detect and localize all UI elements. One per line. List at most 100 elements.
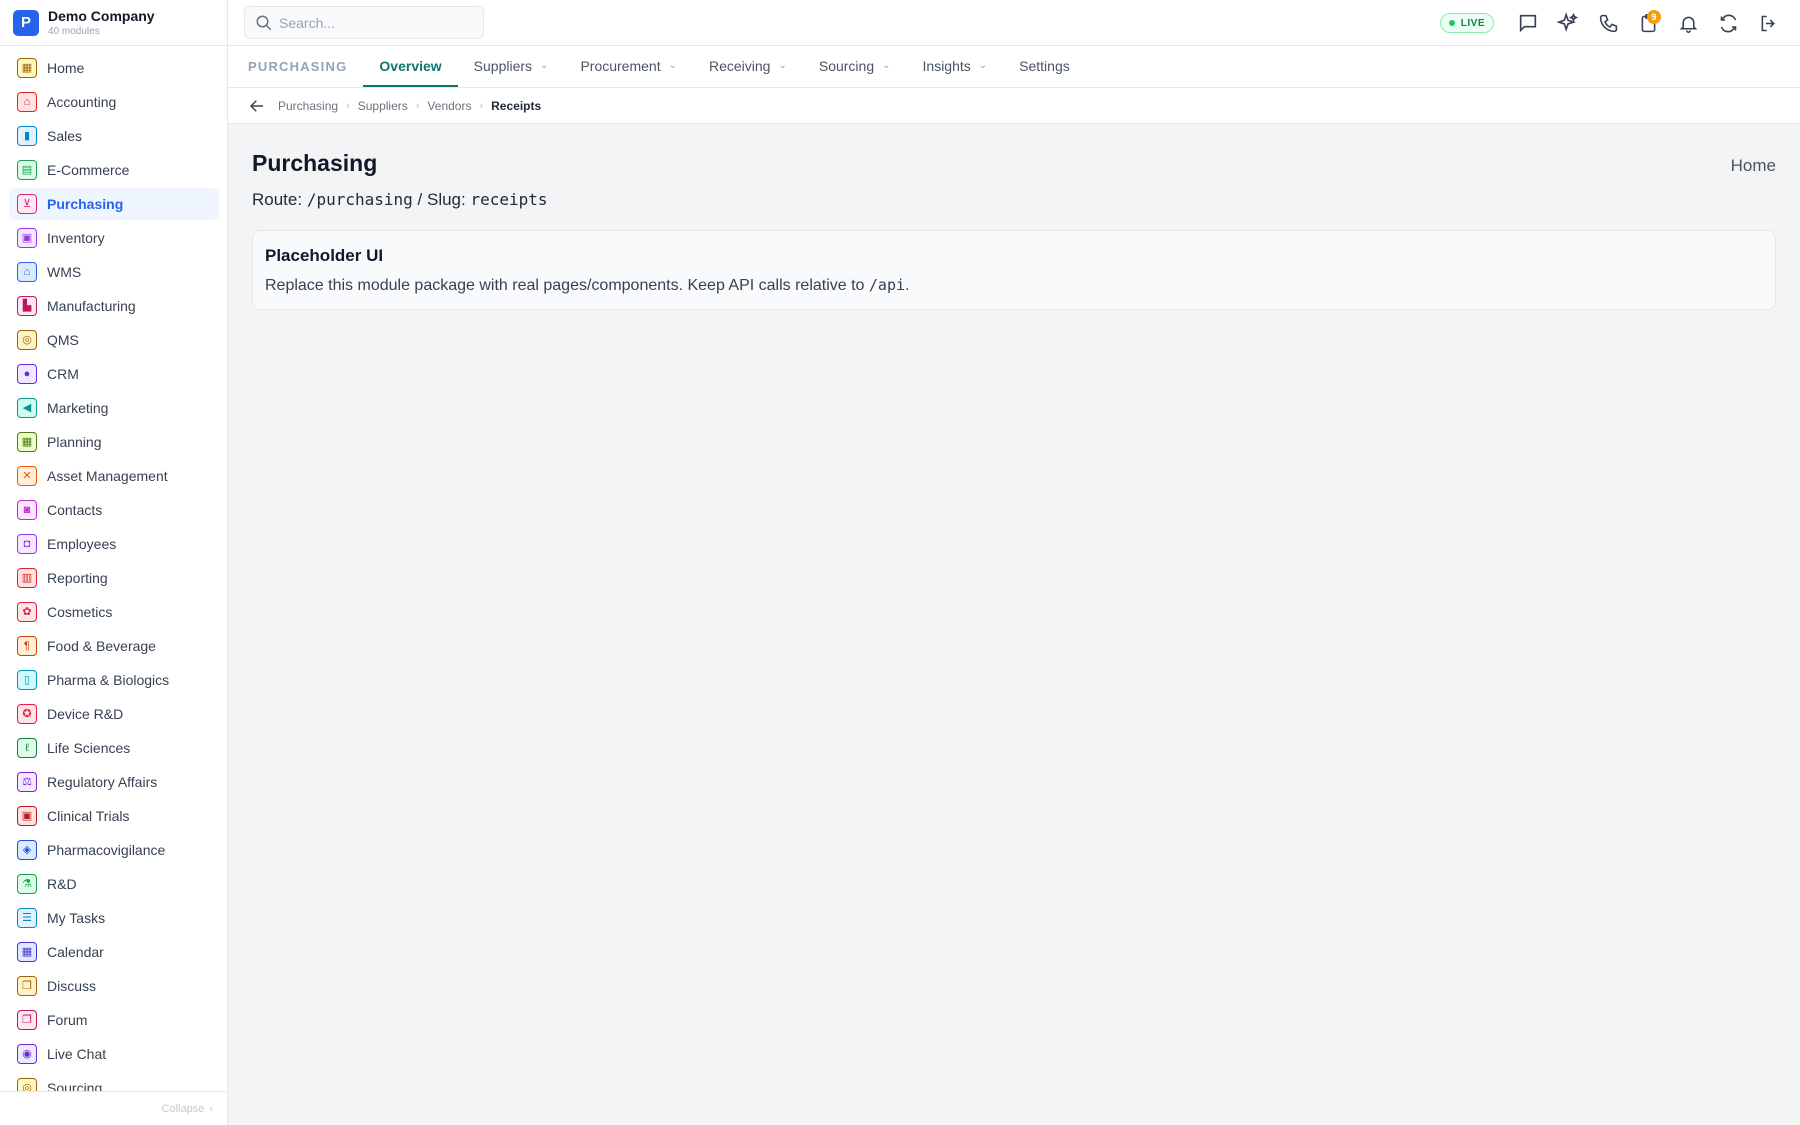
purchasing-icon: ⊻ — [17, 194, 37, 214]
discuss-icon: ❐ — [17, 976, 37, 996]
planning-icon: ▦ — [17, 432, 37, 452]
sidebar-item-manufacturing[interactable]: ▙ Manufacturing — [9, 290, 219, 322]
route-value: /purchasing — [306, 190, 413, 209]
sidebar-item-asset-management[interactable]: ✕ Asset Management — [9, 460, 219, 492]
sidebar-item-wms[interactable]: ⌂ WMS — [9, 256, 219, 288]
logout-button[interactable] — [1748, 3, 1788, 43]
sidebar-item-reporting[interactable]: ▥ Reporting — [9, 562, 219, 594]
sidebar-item-contacts[interactable]: ◙ Contacts — [9, 494, 219, 526]
sidebar-item-pharmacovigilance[interactable]: ◈ Pharmacovigilance — [9, 834, 219, 866]
sidebar-item-life-sciences[interactable]: ℓ Life Sciences — [9, 732, 219, 764]
manufacturing-icon: ▙ — [17, 296, 37, 316]
sidebar-item-home[interactable]: ▦ Home — [9, 52, 219, 84]
sidebar-item-crm[interactable]: ● CRM — [9, 358, 219, 390]
collapse-button[interactable]: Collapse ‹ — [0, 1091, 227, 1125]
breadcrumb-item[interactable]: Suppliers — [358, 99, 408, 113]
food-beverage-icon: ¶ — [17, 636, 37, 656]
live-chat-icon: ◉ — [17, 1044, 37, 1064]
sidebar-item-label: Regulatory Affairs — [47, 774, 158, 790]
sidebar-item-label: Home — [47, 60, 85, 76]
home-link[interactable]: Home — [1731, 156, 1776, 176]
breadcrumb-separator-icon: › — [415, 99, 420, 112]
phone-button[interactable] — [1588, 3, 1628, 43]
sidebar-item-e-commerce[interactable]: ▤ E-Commerce — [9, 154, 219, 186]
qms-icon: ◎ — [17, 330, 37, 350]
brand-header[interactable]: P Demo Company 40 modules — [0, 0, 227, 46]
ai-assistant-button[interactable] — [1548, 3, 1588, 43]
sidebar-item-accounting[interactable]: ⌂ Accounting — [9, 86, 219, 118]
sync-button[interactable] — [1708, 3, 1748, 43]
sidebar-item-clinical-trials[interactable]: ▣ Clinical Trials — [9, 800, 219, 832]
search-icon — [256, 15, 272, 30]
search-box[interactable] — [244, 6, 484, 39]
tab-procurement[interactable]: Procurement ⌄ — [564, 46, 693, 87]
tab-label: Settings — [1019, 57, 1070, 74]
sidebar-item-employees[interactable]: ◘ Employees — [9, 528, 219, 560]
tasks-count-badge: 9 — [1647, 10, 1661, 24]
tasks-button[interactable]: 9 — [1628, 3, 1668, 43]
tab-label: Suppliers — [473, 57, 533, 74]
arrow-left-icon — [249, 99, 263, 112]
sidebar-item-regulatory-affairs[interactable]: ⚖ Regulatory Affairs — [9, 766, 219, 798]
pharmacovigilance-icon: ◈ — [17, 840, 37, 860]
chevron-left-icon: ‹ — [209, 1102, 213, 1115]
home-icon: ▦ — [17, 58, 37, 78]
tab-settings[interactable]: Settings — [1003, 46, 1086, 87]
sidebar-item-cosmetics[interactable]: ✿ Cosmetics — [9, 596, 219, 628]
tab-sourcing[interactable]: Sourcing ⌄ — [803, 46, 907, 87]
crm-icon: ● — [17, 364, 37, 384]
sidebar-item-food-beverage[interactable]: ¶ Food & Beverage — [9, 630, 219, 662]
sidebar-item-label: Pharmacovigilance — [47, 842, 166, 858]
back-button[interactable] — [246, 95, 268, 117]
breadcrumb-item[interactable]: Vendors — [427, 99, 471, 113]
sidebar-item-label: Live Chat — [47, 1046, 107, 1062]
sidebar-item-label: Discuss — [47, 978, 97, 994]
reporting-icon: ▥ — [17, 568, 37, 588]
sidebar-item-label: Accounting — [47, 94, 117, 110]
tab-label: Insights — [922, 57, 971, 74]
inventory-icon: ▣ — [17, 228, 37, 248]
sidebar-item-label: Device R&D — [47, 706, 124, 722]
logout-icon — [1761, 15, 1775, 31]
sidebar-item-label: Clinical Trials — [47, 808, 130, 824]
tab-insights[interactable]: Insights ⌄ — [907, 46, 1004, 87]
pharma-biologics-icon: ▯ — [17, 670, 37, 690]
rd-icon: ⚗ — [17, 874, 37, 894]
sidebar-item-sales[interactable]: ▮ Sales — [9, 120, 219, 152]
search-input[interactable] — [279, 14, 469, 31]
sales-icon: ▮ — [17, 126, 37, 146]
device-rd-icon: ✪ — [17, 704, 37, 724]
sidebar-item-discuss[interactable]: ❐ Discuss — [9, 970, 219, 1002]
sidebar-item-label: Pharma & Biologics — [47, 672, 170, 688]
route-prefix: Route: — [252, 190, 303, 209]
notifications-button[interactable] — [1668, 3, 1708, 43]
sidebar-item-sourcing[interactable]: ◎ Sourcing — [9, 1072, 219, 1091]
sidebar-item-live-chat[interactable]: ◉ Live Chat — [9, 1038, 219, 1070]
sidebar-item-label: Sourcing — [47, 1080, 103, 1091]
sidebar-item-purchasing[interactable]: ⊻ Purchasing — [9, 188, 219, 220]
slug-value: receipts — [470, 190, 548, 209]
tab-overview[interactable]: Overview — [363, 46, 458, 87]
card-body-text: Replace this module package with real pa… — [265, 277, 865, 294]
sidebar-item-pharma-biologics[interactable]: ▯ Pharma & Biologics — [9, 664, 219, 696]
accounting-icon: ⌂ — [17, 92, 37, 112]
sidebar-item-marketing[interactable]: ◀ Marketing — [9, 392, 219, 424]
tab-suppliers[interactable]: Suppliers ⌄ — [458, 46, 565, 87]
sidebar-item-qms[interactable]: ◎ QMS — [9, 324, 219, 356]
live-label: LIVE — [1460, 17, 1485, 29]
cosmetics-icon: ✿ — [17, 602, 37, 622]
sidebar-item-label: Food & Beverage — [47, 638, 156, 654]
sidebar-item-calendar[interactable]: ▦ Calendar — [9, 936, 219, 968]
sidebar-item-rd[interactable]: ⚗ R&D — [9, 868, 219, 900]
module-count: 40 modules — [48, 25, 100, 37]
sidebar-item-planning[interactable]: ▦ Planning — [9, 426, 219, 458]
chat-button[interactable] — [1508, 3, 1548, 43]
sidebar-item-inventory[interactable]: ▣ Inventory — [9, 222, 219, 254]
sidebar-item-my-tasks[interactable]: ☰ My Tasks — [9, 902, 219, 934]
sidebar-item-label: Sales — [47, 128, 83, 144]
card-body-end: . — [905, 277, 910, 294]
sidebar-item-device-rd[interactable]: ✪ Device R&D — [9, 698, 219, 730]
sidebar-item-forum[interactable]: ❐ Forum — [9, 1004, 219, 1036]
breadcrumb-item[interactable]: Purchasing — [278, 99, 338, 113]
tab-receiving[interactable]: Receiving ⌄ — [693, 46, 803, 87]
